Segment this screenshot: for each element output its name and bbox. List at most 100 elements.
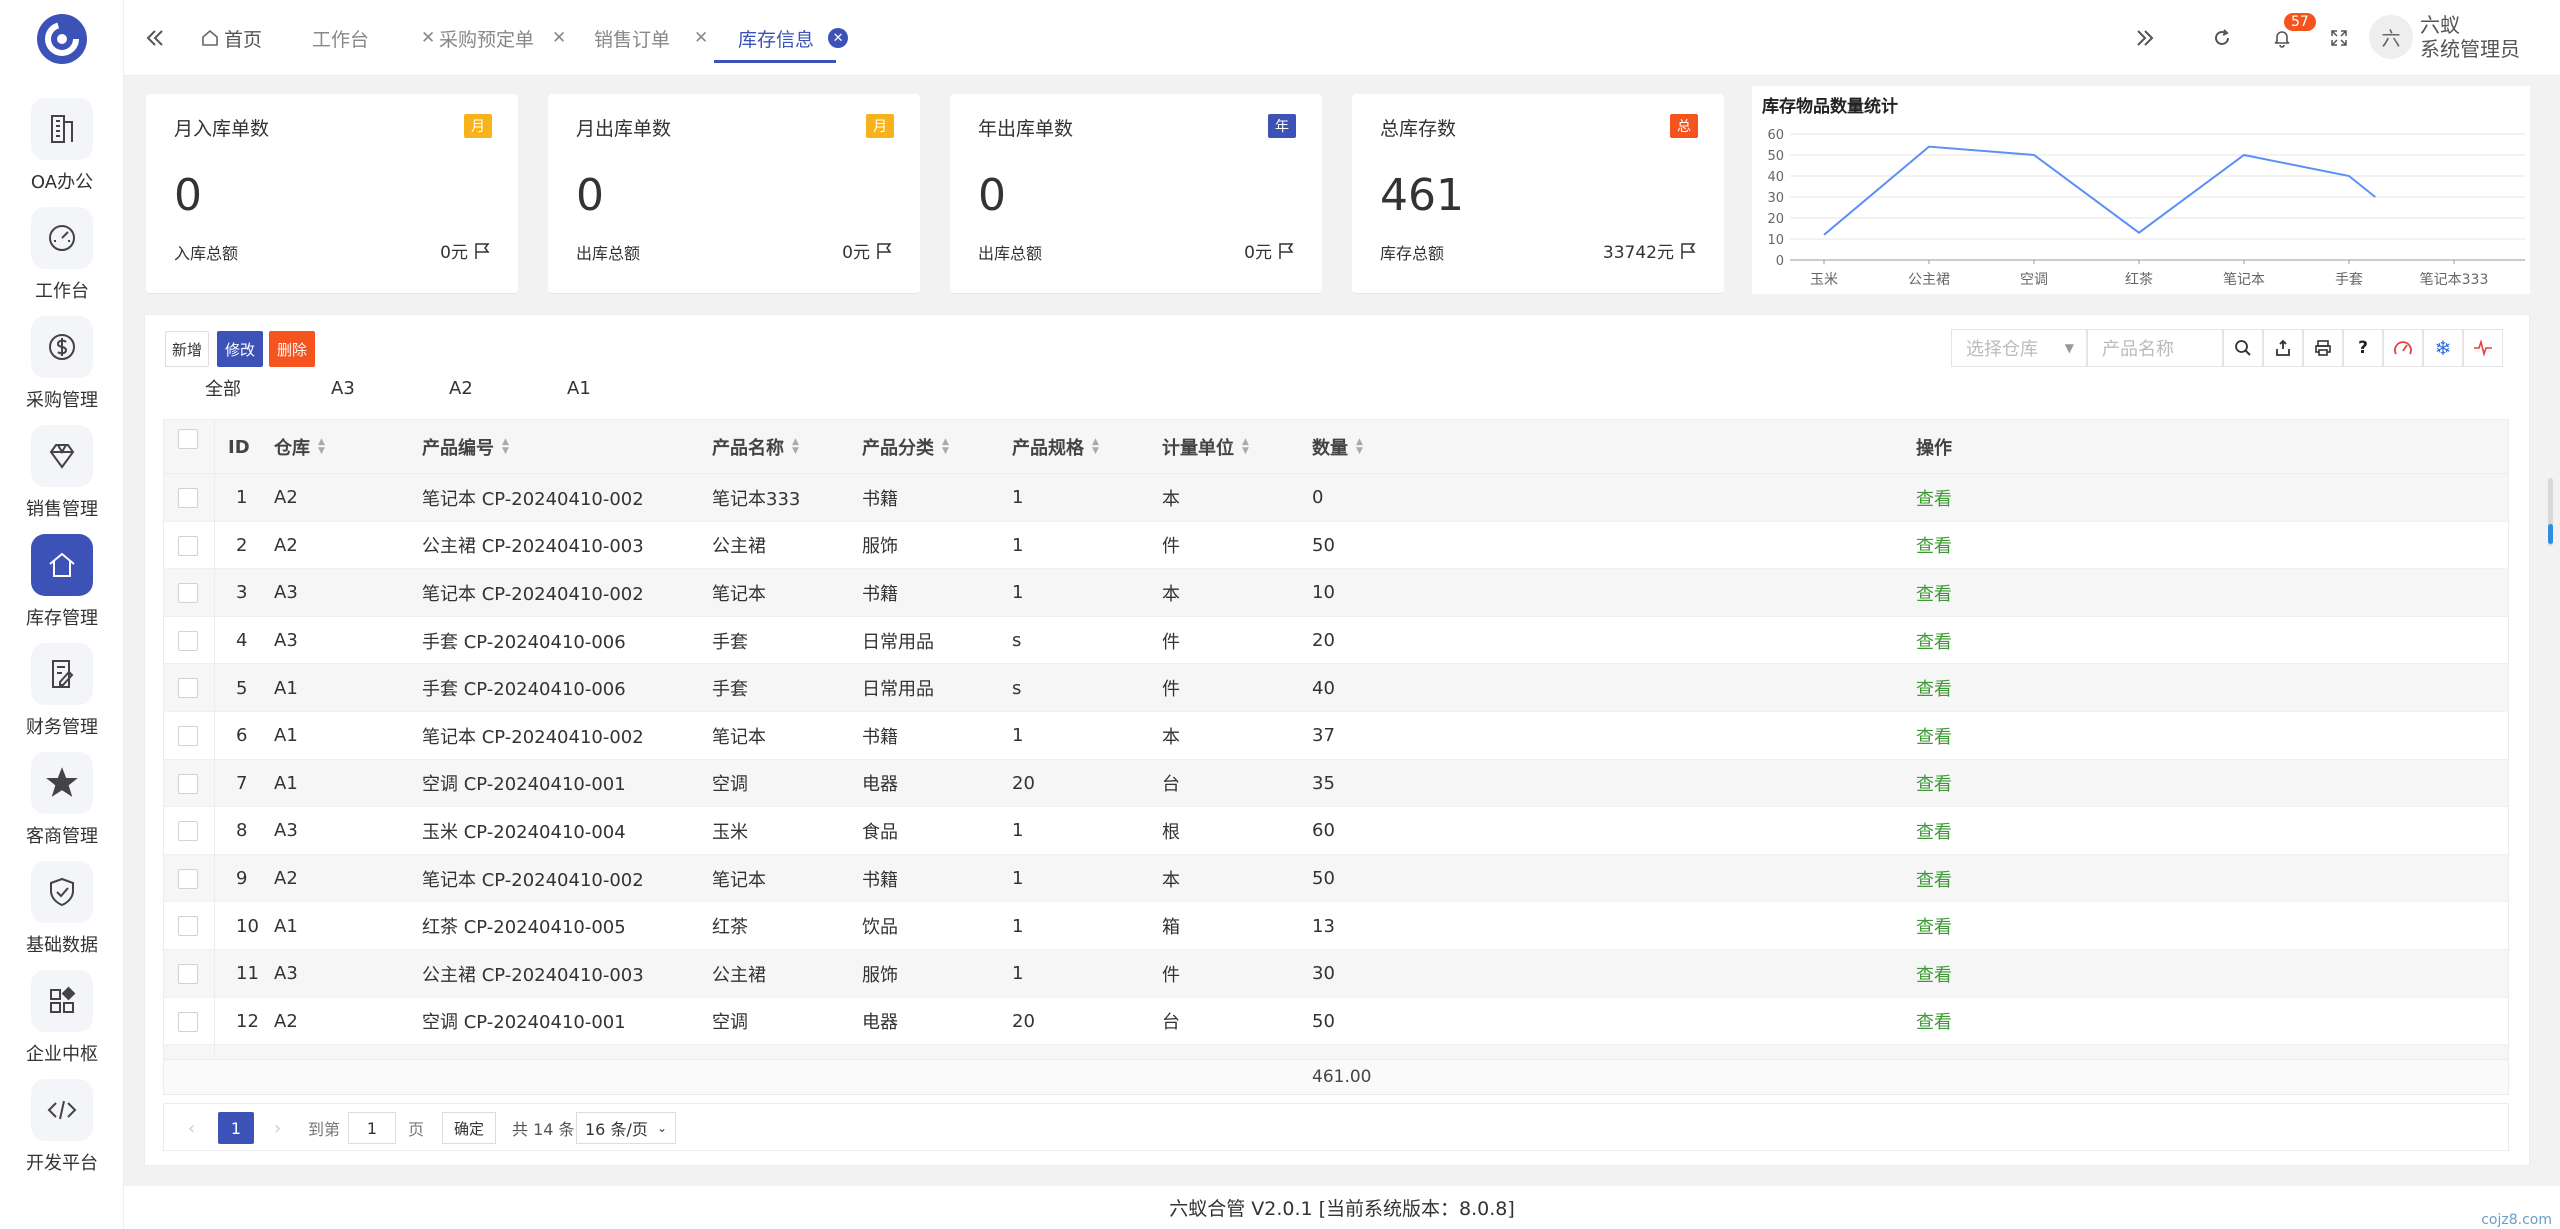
prev-page-icon[interactable]: ‹ — [188, 1112, 195, 1144]
warehouse-tab-4[interactable]: A1 — [567, 359, 591, 417]
close-circle-icon[interactable]: ✕ — [828, 28, 849, 48]
table-row[interactable]: 10 A1 红茶 CP-20240410-005 红茶 饮品 1 箱 13 查看 — [164, 902, 2508, 950]
page-button-current[interactable]: 1 — [218, 1112, 254, 1144]
collapse-left-icon[interactable] — [144, 0, 166, 76]
view-link[interactable]: 查看 — [1916, 474, 1952, 522]
tab-home[interactable]: 首页 — [200, 0, 262, 76]
table-row[interactable]: 8 A3 玉米 CP-20240410-004 玉米 食品 1 根 60 查看 — [164, 807, 2508, 855]
export-icon[interactable] — [2263, 329, 2303, 367]
sort-icon[interactable]: ▲ ▼ — [1356, 438, 1363, 456]
sidebar-item-9[interactable]: 企业中枢 — [0, 970, 124, 1070]
table-row[interactable]: 6 A1 笔记本 CP-20240410-002 笔记本 书籍 1 本 37 查看 — [164, 712, 2508, 760]
bell-icon[interactable] — [2272, 0, 2292, 76]
column-header[interactable]: 产品名称 ▲ ▼ — [712, 420, 799, 474]
row-checkbox[interactable] — [178, 630, 198, 651]
column-header[interactable]: 产品编号 ▲ ▼ — [422, 420, 509, 474]
sidebar-item-10[interactable]: 开发平台 — [0, 1079, 124, 1179]
help-icon[interactable]: ? — [2343, 329, 2383, 367]
column-header[interactable]: 产品规格 ▲ ▼ — [1012, 420, 1099, 474]
sort-icon[interactable]: ▲ ▼ — [502, 438, 509, 456]
sort-icon[interactable]: ▲ ▼ — [318, 438, 325, 456]
table-row[interactable]: 1 A2 笔记本 CP-20240410-002 笔记本333 书籍 1 本 0 查看 — [164, 474, 2508, 522]
next-page-icon[interactable]: › — [274, 1112, 281, 1144]
select-all-checkbox[interactable] — [178, 429, 198, 449]
row-checkbox[interactable] — [178, 916, 198, 937]
warehouse-select[interactable]: 选择仓库 ▼ — [1951, 329, 2087, 367]
sidebar-item-8[interactable]: 基础数据 — [0, 861, 124, 961]
row-checkbox[interactable] — [178, 726, 198, 746]
view-link[interactable]: 查看 — [1916, 760, 1952, 808]
close-icon[interactable]: ✕ — [421, 28, 435, 48]
tab-workbench[interactable]: 工作台 ✕ — [312, 0, 435, 76]
table-row[interactable]: 12 A2 空调 CP-20240410-001 空调 电器 20 台 50 查看 — [164, 998, 2508, 1046]
warehouse-tab-2[interactable]: A3 — [331, 359, 355, 417]
column-header[interactable]: 产品分类 ▲ ▼ — [862, 420, 949, 474]
view-link[interactable]: 查看 — [1916, 712, 1952, 760]
view-link[interactable]: 查看 — [1916, 807, 1952, 855]
avatar[interactable]: 六 — [2369, 15, 2413, 59]
sidebar-item-3[interactable]: 采购管理 — [0, 316, 124, 416]
fullscreen-icon[interactable] — [2330, 0, 2348, 76]
row-checkbox[interactable] — [178, 868, 198, 889]
page-scrollbar-indicator[interactable] — [2548, 524, 2553, 544]
column-header[interactable]: 计量单位 ▲ ▼ — [1162, 420, 1249, 474]
view-link[interactable]: 查看 — [1916, 664, 1952, 712]
sidebar-item-6[interactable]: 财务管理 — [0, 643, 124, 743]
row-checkbox[interactable] — [178, 773, 198, 794]
close-icon[interactable]: ✕ — [694, 28, 708, 48]
row-checkbox[interactable] — [178, 964, 198, 984]
tab-inventory-info[interactable]: 库存信息 ✕ — [738, 0, 849, 76]
row-checkbox[interactable] — [178, 821, 198, 842]
search-icon[interactable] — [2223, 329, 2263, 367]
user-info[interactable]: 六蚁 系统管理员 — [2420, 13, 2520, 61]
row-checkbox[interactable] — [178, 488, 198, 508]
snowflake-icon[interactable]: ❄ — [2423, 329, 2463, 367]
sort-icon[interactable]: ▲ ▼ — [1242, 438, 1249, 456]
table-row[interactable]: 11 A3 公主裙 CP-20240410-003 公主裙 服饰 1 件 30 查看 — [164, 950, 2508, 998]
row-checkbox[interactable] — [178, 678, 198, 699]
view-link[interactable]: 查看 — [1916, 855, 1952, 903]
row-checkbox[interactable] — [178, 535, 198, 556]
sidebar-item-2[interactable]: 工作台 — [0, 207, 124, 307]
warehouse-tab-1[interactable]: 全部 — [205, 359, 241, 417]
view-link[interactable]: 查看 — [1916, 522, 1952, 570]
sidebar-item-1[interactable]: OA办公 — [0, 98, 124, 198]
close-icon[interactable]: ✕ — [552, 28, 566, 48]
table-row[interactable]: 3 A3 笔记本 CP-20240410-002 笔记本 书籍 1 本 10 查看 — [164, 569, 2508, 617]
speedometer-icon[interactable] — [2383, 329, 2423, 367]
sort-icon[interactable]: ▲ ▼ — [942, 438, 949, 456]
goto-page-input[interactable]: 1 — [348, 1112, 396, 1144]
view-link[interactable]: 查看 — [1916, 902, 1952, 950]
tab-sales-order[interactable]: 销售订单 ✕ — [594, 0, 708, 76]
sort-icon[interactable]: ▲ ▼ — [792, 438, 799, 456]
sidebar-item-5[interactable]: 库存管理 — [0, 534, 124, 634]
view-link[interactable]: 查看 — [1916, 998, 1952, 1046]
row-checkbox[interactable] — [178, 1011, 198, 1032]
confirm-button[interactable]: 确定 — [442, 1112, 496, 1144]
view-link[interactable]: 查看 — [1916, 569, 1952, 617]
product-name-input[interactable]: 产品名称 — [2087, 329, 2223, 367]
delete-button[interactable]: 删除 — [269, 331, 315, 367]
table-row[interactable]: 5 A1 手套 CP-20240410-006 手套 日常用品 s 件 40 查看 — [164, 664, 2508, 712]
row-checkbox[interactable] — [178, 583, 198, 604]
view-link[interactable]: 查看 — [1916, 617, 1952, 665]
page-size-select[interactable]: 16 条/页 ⌄ — [576, 1112, 676, 1144]
sidebar-item-7[interactable]: 客商管理 — [0, 752, 124, 852]
sort-icon[interactable]: ▲ ▼ — [1092, 438, 1099, 456]
pulse-icon[interactable] — [2463, 329, 2503, 367]
sidebar-item-4[interactable]: 销售管理 — [0, 425, 124, 525]
table-row[interactable]: 4 A3 手套 CP-20240410-006 手套 日常用品 s 件 20 查看 — [164, 617, 2508, 665]
table-row[interactable]: 7 A1 空调 CP-20240410-001 空调 电器 20 台 35 查看 — [164, 759, 2508, 808]
warehouse-tab-3[interactable]: A2 — [449, 359, 473, 417]
column-header[interactable]: ID — [228, 420, 250, 474]
refresh-icon[interactable] — [2212, 0, 2232, 76]
column-header[interactable]: 仓库 ▲ ▼ — [274, 420, 325, 474]
tab-purchase-order[interactable]: 采购预定单 ✕ — [439, 0, 566, 76]
table-row[interactable]: 2 A2 公主裙 CP-20240410-003 公主裙 服饰 1 件 50 查看 — [164, 522, 2508, 570]
view-link[interactable]: 查看 — [1916, 950, 1952, 998]
app-logo-icon[interactable] — [37, 14, 87, 64]
add-button[interactable]: 新增 — [165, 331, 209, 367]
scroll-right-icon[interactable] — [2134, 0, 2156, 76]
column-header[interactable]: 数量 ▲ ▼ — [1312, 420, 1363, 474]
print-icon[interactable] — [2303, 329, 2343, 367]
